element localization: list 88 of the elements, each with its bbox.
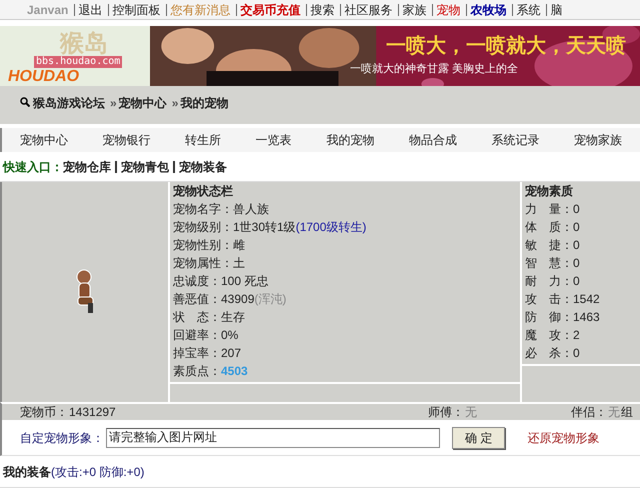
quick-link[interactable]: 宠物仓库 bbox=[63, 160, 111, 172]
status-note: (浑沌) bbox=[254, 291, 286, 308]
reset-image-link[interactable]: 还原宠物形象 bbox=[527, 428, 600, 446]
tab[interactable]: 我的宠物 bbox=[326, 131, 374, 149]
quality-label: 魔 攻： bbox=[525, 327, 573, 344]
search-icon bbox=[20, 97, 30, 107]
info-label: 宠物币： bbox=[20, 404, 68, 421]
quality-label: 敏 捷： bbox=[525, 237, 573, 254]
quality-label: 智 慧： bbox=[525, 255, 573, 272]
quality-label: 体 质： bbox=[525, 219, 573, 236]
status-value: 4503 bbox=[221, 363, 248, 380]
quality-value: 0 bbox=[573, 273, 580, 290]
tab[interactable]: 宠物中心 bbox=[20, 131, 68, 149]
quality-value: 1463 bbox=[573, 309, 600, 326]
nav-link[interactable]: 家族 bbox=[399, 4, 430, 16]
status-label: 善恶值： bbox=[173, 291, 221, 308]
status-label: 回避率： bbox=[173, 327, 221, 344]
status-value: 43909 bbox=[221, 291, 254, 308]
info-value: 1431297 bbox=[68, 404, 117, 421]
breadcrumb-separator: » bbox=[170, 95, 180, 112]
status-value: 兽人族 bbox=[233, 201, 269, 218]
image-url-field[interactable]: 请完整输入图片网址 bbox=[106, 428, 440, 448]
quality-label: 攻 击： bbox=[525, 291, 573, 308]
nav-link[interactable]: 控制面板 bbox=[109, 4, 164, 16]
info-value: 无 bbox=[607, 404, 621, 421]
tab[interactable]: 系统记录 bbox=[491, 131, 540, 149]
info-value: 无 bbox=[464, 404, 478, 421]
status-value: 1世30转1级 bbox=[233, 219, 296, 236]
status-label: 状 态： bbox=[173, 309, 221, 326]
quality-value: 0 bbox=[573, 237, 580, 254]
breadcrumb-link[interactable]: 我的宠物 bbox=[180, 94, 228, 112]
status-value: 雌 bbox=[233, 237, 245, 254]
tab[interactable]: 物品合成 bbox=[408, 131, 457, 149]
equipment-title: 我的装备 bbox=[3, 464, 51, 480]
quality-value: 2 bbox=[573, 327, 580, 344]
banner-headline: 一喷大，一喷就大，天天喷 bbox=[386, 34, 626, 58]
quality-label: 必 杀： bbox=[525, 345, 573, 362]
quick-link[interactable]: 宠物青包 bbox=[121, 160, 169, 172]
status-value: 207 bbox=[221, 345, 242, 362]
breadcrumb-separator: » bbox=[109, 95, 118, 112]
banner-subline: 一喷就大的神奇甘露 美胸史上的全 bbox=[350, 62, 518, 76]
info-label: 伴侣： bbox=[571, 404, 607, 421]
quality-label: 防 御： bbox=[525, 309, 573, 326]
nav-link[interactable]: 交易币充值 bbox=[237, 4, 304, 16]
nav-link[interactable]: 脑 bbox=[547, 4, 566, 16]
quality-value: 0 bbox=[573, 255, 580, 272]
info-label: 组 bbox=[621, 404, 633, 421]
quality-label: 耐 力： bbox=[525, 273, 573, 290]
status-value: 土 bbox=[233, 255, 245, 272]
status-label: 忠诚度： bbox=[173, 273, 221, 290]
status-title: 宠物状态栏 bbox=[172, 183, 234, 200]
quality-value: 0 bbox=[573, 219, 580, 236]
quick-links-label: 快速入口： bbox=[3, 158, 63, 176]
status-label: 宠物级别： bbox=[173, 219, 233, 236]
status-label: 宠物名字： bbox=[173, 201, 233, 218]
quick-link[interactable]: 宠物装备 bbox=[179, 160, 227, 172]
breadcrumb-link[interactable]: 猴岛游戏论坛 bbox=[33, 94, 105, 112]
status-label: 素质点： bbox=[173, 363, 221, 380]
logo-wordmark: HOUDAO bbox=[8, 68, 80, 86]
pet-figure-drawing bbox=[74, 269, 96, 315]
equipment-stats: (攻击:+0 防御:+0) bbox=[51, 464, 144, 480]
quality-value: 0 bbox=[573, 201, 580, 218]
tab[interactable]: 转生所 bbox=[185, 131, 222, 149]
confirm-button[interactable]: 确 定 bbox=[452, 426, 506, 448]
qualities-title: 宠物素质 bbox=[524, 183, 574, 200]
custom-image-label: 自定宠物形象： bbox=[20, 430, 104, 446]
tab[interactable]: 宠物家族 bbox=[574, 131, 622, 149]
quality-value: 1542 bbox=[573, 291, 600, 308]
nav-link[interactable]: 退出 bbox=[75, 4, 106, 16]
info-label: 师傅： bbox=[428, 404, 464, 421]
tab[interactable]: 一览表 bbox=[256, 131, 292, 149]
status-note: (1700级转生) bbox=[296, 219, 366, 236]
status-value: 生存 bbox=[221, 309, 245, 326]
logo-url: bbs.houdao.com bbox=[34, 56, 122, 68]
nav-link[interactable]: 农牧场 bbox=[467, 4, 510, 16]
status-value: 100 死忠 bbox=[221, 273, 268, 290]
quality-value: 0 bbox=[573, 345, 580, 362]
tab[interactable]: 宠物银行 bbox=[102, 131, 151, 149]
nav-link[interactable]: 社区服务 bbox=[341, 4, 396, 16]
nav-link[interactable]: 宠物 bbox=[433, 4, 464, 16]
status-label: 宠物属性： bbox=[173, 255, 233, 272]
status-label: 掉宝率： bbox=[173, 345, 221, 362]
status-label: 宠物性别： bbox=[173, 237, 233, 254]
quality-label: 力 量： bbox=[525, 201, 573, 218]
nav-link[interactable]: 搜索 bbox=[307, 4, 338, 16]
status-value: 0% bbox=[221, 327, 238, 344]
nav-link[interactable]: 系统 bbox=[513, 4, 544, 16]
breadcrumb-link[interactable]: 宠物中心 bbox=[118, 94, 167, 112]
